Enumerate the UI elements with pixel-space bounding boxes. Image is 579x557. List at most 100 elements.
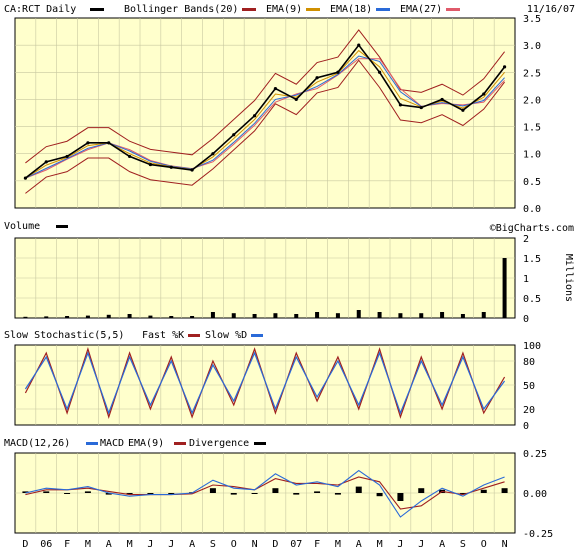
price-point [461, 108, 465, 112]
volume-bar [335, 313, 340, 318]
stochastic-panel: 0 20 50 80 100 [14, 341, 541, 432]
x-axis-tick-label: M [335, 539, 341, 550]
divergence-bar [64, 493, 71, 494]
legend-bollinger-label: Bollinger Bands(20) [124, 4, 238, 15]
price-point [86, 141, 90, 145]
macd-panel: -0.25 0.00 0.25 [14, 449, 553, 540]
macd-tick-label: 0.25 [523, 449, 547, 460]
stochastic-tick-label: 100 [523, 341, 541, 352]
volume-bar [502, 258, 507, 318]
volume-bar [356, 310, 361, 318]
price-point [440, 97, 444, 102]
x-axis-tick-label: A [356, 539, 362, 550]
x-axis-tick-label: D [272, 539, 278, 550]
stochastic-tick-label: 50 [523, 381, 535, 392]
stochastic-d-swatch [251, 334, 263, 337]
x-axis-tick-label: J [168, 539, 174, 550]
divergence-bar [43, 491, 50, 493]
x-axis-tick-label: M [127, 539, 133, 550]
stochastic-tick-label: 20 [523, 405, 535, 416]
price-tick-label: 3.0 [523, 41, 541, 52]
price-point [398, 103, 403, 107]
divergence-bar [168, 493, 175, 494]
x-axis-tick-label: S [210, 539, 216, 550]
x-axis-tick-label: M [377, 539, 383, 550]
x-axis-tick-label: A [439, 539, 445, 550]
price-point [107, 141, 111, 145]
macd-line-swatch [86, 442, 98, 445]
divergence-bar [355, 486, 362, 493]
watermark: ©BigCharts.com [490, 223, 574, 234]
x-axis-tick-label: S [460, 539, 466, 550]
volume-tick-label: 2 [523, 234, 529, 245]
price-tick-label: 1.5 [523, 123, 541, 134]
divergence-bar [418, 488, 425, 493]
stochastic-tick-label: 80 [523, 357, 535, 368]
price-point [502, 65, 507, 69]
price-point [148, 162, 153, 167]
divergence-bar [293, 493, 300, 495]
x-axis-tick-label: A [106, 539, 112, 550]
price-point [232, 133, 236, 137]
price-point [482, 92, 486, 96]
price-tick-label: 2.5 [523, 68, 541, 79]
macd-line-label: MACD [100, 438, 124, 449]
price-point [190, 168, 194, 172]
volume-bar [127, 314, 132, 318]
divergence-bar [272, 488, 279, 493]
price-point [357, 43, 361, 47]
volume-tick-label: 0 [523, 314, 529, 325]
x-axis-tick-label: A [189, 539, 195, 550]
volume-bar [315, 312, 320, 318]
x-axis-tick-label: F [314, 539, 320, 550]
price-point [23, 176, 28, 180]
x-axis-tick-label: D [22, 539, 28, 550]
macd-ema-swatch [174, 442, 186, 445]
price-tick-label: 0.0 [523, 204, 541, 215]
price-point [419, 105, 423, 110]
stochastic-k-label: Fast %K [142, 330, 184, 341]
volume-bar [65, 316, 70, 318]
volume-legend-swatch [56, 225, 68, 228]
divergence-bar [84, 491, 91, 493]
divergence-bar [209, 488, 216, 493]
x-axis-tick-label: 07 [290, 539, 302, 550]
legend-bollinger-swatch [242, 8, 256, 11]
x-axis-tick-label: M [85, 539, 91, 550]
macd-ema-label: EMA(9) [128, 438, 164, 449]
volume-panel: 0 0.5 1 1.5 2 Millions [14, 234, 574, 325]
divergence-bar [314, 491, 321, 493]
volume-bar [190, 316, 195, 318]
volume-bar [398, 313, 403, 318]
volume-bar [440, 312, 445, 318]
price-point [44, 160, 48, 164]
price-point [211, 152, 215, 156]
volume-tick-label: 0.5 [523, 294, 541, 305]
macd-panel-label: MACD(12,26) [4, 438, 70, 449]
stochastic-tick-label: 0 [523, 421, 529, 432]
volume-bar [148, 315, 153, 318]
macd-tick-label: 0.00 [523, 489, 547, 500]
divergence-bar [397, 493, 404, 501]
legend-ema27-swatch [446, 8, 460, 11]
ticker-label: CA:RCT Daily [4, 4, 76, 15]
legend-ema27-label: EMA(27) [400, 4, 442, 15]
divergence-bar [230, 493, 237, 495]
x-axis-tick-label: 06 [40, 539, 52, 550]
volume-bar [23, 316, 28, 318]
x-axis-tick-label: J [418, 539, 424, 550]
legend-ema9-swatch [306, 8, 320, 11]
x-axis-tick-label: O [231, 539, 237, 550]
volume-bar [460, 314, 465, 318]
volume-tick-label: 1.5 [523, 254, 541, 265]
volume-bar [210, 312, 215, 318]
volume-bar [481, 312, 486, 318]
divergence-bar [501, 488, 508, 493]
x-axis-tick-label: J [397, 539, 403, 550]
volume-bar [106, 314, 111, 318]
volume-bar [252, 314, 257, 318]
divergence-bar [376, 493, 383, 497]
volume-bar [273, 313, 278, 318]
x-axis-tick-label: O [481, 539, 487, 550]
chart-canvas: CA:RCT Daily Bollinger Bands(20) EMA(9) … [0, 0, 579, 553]
